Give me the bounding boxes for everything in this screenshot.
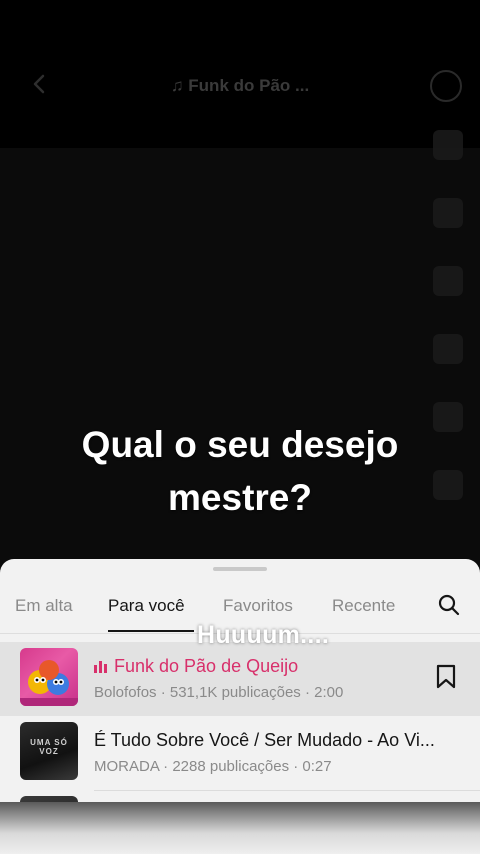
sound-title[interactable]: ♫ Funk do Pão ... [0,76,480,96]
track-title-1: Funk do Pão de Queijo [94,656,298,677]
tab-para-voce[interactable]: Para você [108,596,185,616]
search-icon[interactable] [437,593,461,617]
like-icon[interactable] [433,130,463,160]
tab-recente[interactable]: Recente [332,596,395,616]
video-caption: Qual o seu desejo mestre? [0,418,480,524]
caption-line-1: Qual o seu desejo [81,424,399,465]
bookmark-icon[interactable] [435,664,457,690]
track-meta-1: Bolofofos · 531,1K publicações · 2:00 [94,684,344,701]
bookmark-side-icon[interactable] [433,266,463,296]
playing-equalizer-icon [94,661,107,674]
bottom-fade [0,802,480,854]
share-icon[interactable] [433,334,463,364]
track-cover-1 [20,648,78,706]
track-meta-2: MORADA · 2288 publicações · 0:27 [94,758,332,775]
track-row-1[interactable]: Funk do Pão de Queijo Bolofofos · 531,1K… [0,642,480,716]
top-bar: ♫ Funk do Pão ... [0,62,480,110]
track-title-1-text: Funk do Pão de Queijo [114,656,299,676]
track-row-2[interactable]: UMA SÓ VOZ É Tudo Sobre Você / Ser Mudad… [0,716,480,791]
overlay-sticker-text: Huuuum.... [197,621,330,649]
cover-2-text: UMA SÓ VOZ [30,738,68,756]
tab-em-alta[interactable]: Em alta [15,596,73,616]
comment-icon[interactable] [433,198,463,228]
track-cover-2: UMA SÓ VOZ [20,722,78,780]
track-title-2: É Tudo Sobre Você / Ser Mudado - Ao Vi..… [94,730,435,750]
sheet-drag-handle[interactable] [213,567,267,571]
cartoon-cover-art-icon [20,660,78,706]
profile-avatar-icon[interactable] [430,70,462,102]
active-tab-indicator [108,630,194,632]
tab-favoritos[interactable]: Favoritos [223,596,293,616]
caption-line-2: mestre? [168,477,312,518]
